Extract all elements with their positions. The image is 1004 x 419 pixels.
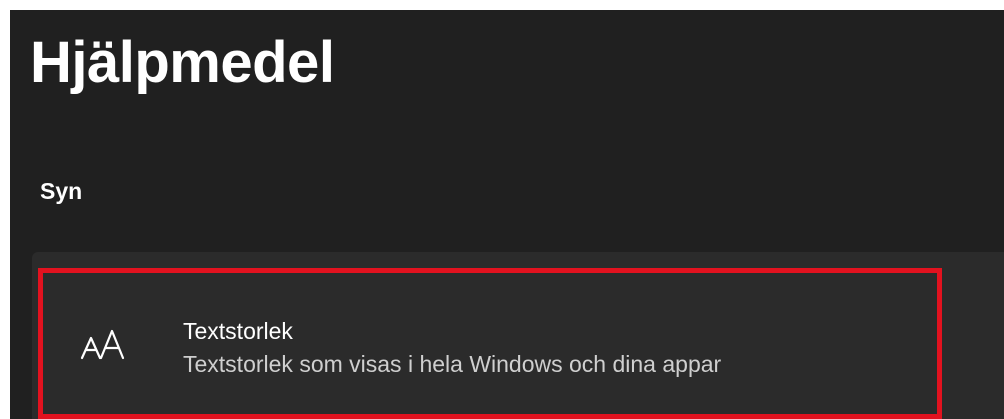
- text-size-icon: [80, 329, 125, 360]
- text-size-setting-row[interactable]: Textstorlek Textstorlek som visas i hela…: [38, 268, 942, 419]
- text-size-description: Textstorlek som visas i hela Windows och…: [183, 351, 722, 377]
- section-title-vision: Syn: [40, 178, 83, 204]
- settings-window: Hjälpmedel Syn Textstorlek Textstorlek s…: [10, 10, 1004, 419]
- text-size-title: Textstorlek: [183, 318, 293, 344]
- page-title: Hjälpmedel: [30, 30, 335, 95]
